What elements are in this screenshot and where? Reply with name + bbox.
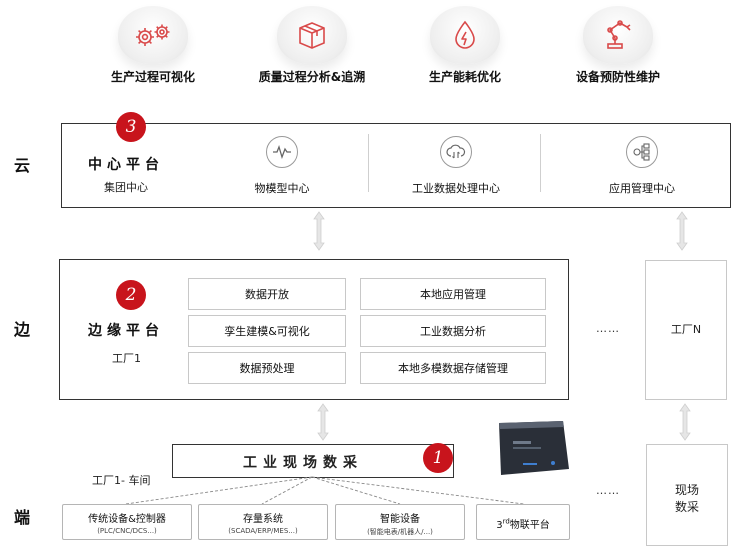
- device-main-label: 传统设备&控制器: [88, 514, 166, 525]
- device-sub-label: (智能电表/机器人/...): [367, 528, 433, 536]
- device-traditional: 传统设备&控制器 (PLC/CNC/DCS...): [62, 504, 192, 540]
- device-legacy-systems: 存量系统 (SCADA/ERP/MES...): [198, 504, 328, 540]
- device-third-party-iot: 3rd物联平台: [476, 504, 570, 540]
- device-sub-label: (SCADA/ERP/MES...): [228, 527, 298, 535]
- device-main-suffix: 物联平台: [509, 520, 550, 531]
- device-main-label: 存量系统: [243, 514, 283, 525]
- device-main-sup: rd: [502, 517, 510, 526]
- device-main-label: 智能设备: [380, 514, 420, 525]
- connection-lines: [125, 476, 525, 505]
- device-sub-label: (PLC/CNC/DCS...): [97, 527, 157, 535]
- device-smart: 智能设备 (智能电表/机器人/...): [335, 504, 465, 540]
- device-main-label: 3rd物联平台: [477, 516, 569, 531]
